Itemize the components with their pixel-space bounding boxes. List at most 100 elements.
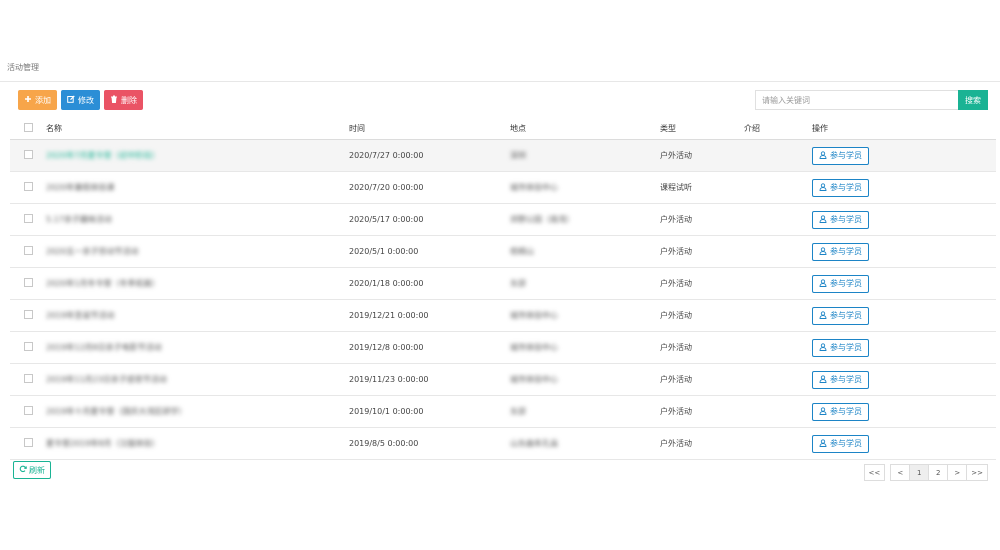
activity-type: 课程试听 [660, 171, 744, 204]
add-button-label: 添加 [35, 95, 51, 105]
activity-type: 户外活动 [660, 331, 744, 364]
user-icon [819, 214, 827, 225]
row-checkbox[interactable] [24, 406, 33, 415]
activity-name: 2019年圣诞节活动 [46, 311, 115, 320]
page-prev-button[interactable]: < [890, 464, 911, 481]
activity-location: 东部 [510, 279, 526, 288]
participants-button[interactable]: 参与学员 [812, 306, 869, 325]
edit-button[interactable]: 修改 [61, 90, 100, 110]
participants-button-label: 参与学员 [830, 375, 862, 384]
trash-icon [110, 95, 118, 105]
activity-table: 名称 时间 地点 类型 介绍 操作 2020年7月夏令营（初中阶段） 2020/7… [10, 117, 996, 460]
participants-button-label: 参与学员 [830, 183, 862, 192]
search-bar: 搜索 [755, 90, 988, 110]
participants-button-label: 参与学员 [830, 151, 862, 160]
page-first-button[interactable]: << [863, 464, 886, 481]
table-row[interactable]: 2019年圣诞节活动 2019/12/21 0:00:00 城市体验中心 户外活动 参与… [10, 299, 996, 332]
row-checkbox[interactable] [24, 150, 33, 159]
header-type[interactable]: 类型 [660, 117, 744, 140]
edit-icon [67, 95, 75, 105]
activity-location: 深圳 [510, 151, 526, 160]
header-divider [0, 81, 1000, 82]
table-row[interactable]: 2019年十月夏令营（国庆大湾区研学） 2019/10/1 0:00:00 东部 户外… [10, 395, 996, 428]
activity-time: 2019/10/1 0:00:00 [349, 395, 510, 428]
participants-button[interactable]: 参与学员 [812, 178, 869, 197]
user-icon [819, 310, 827, 321]
header-name[interactable]: 名称 [46, 117, 349, 140]
activity-name[interactable]: 2020年7月夏令营（初中阶段） [46, 151, 159, 160]
activity-intro [744, 299, 812, 332]
activity-intro [744, 427, 812, 460]
participants-button[interactable]: 参与学员 [812, 274, 869, 293]
header-action: 操作 [812, 117, 996, 140]
activity-location: 城市体验中心 [510, 183, 558, 192]
participants-button[interactable]: 参与学员 [812, 146, 869, 165]
activity-time: 2019/12/21 0:00:00 [349, 299, 510, 332]
row-checkbox[interactable] [24, 278, 33, 287]
activity-time: 2020/7/27 0:00:00 [349, 139, 510, 172]
activity-time: 2020/5/17 0:00:00 [349, 203, 510, 236]
activity-name: 2020年暑假体验课 [46, 183, 115, 192]
activity-location: 山东曲阜孔庙 [510, 439, 558, 448]
table-row[interactable]: 2019年11月23日亲子感恩节活动 2019/11/23 0:00:00 城市体验… [10, 363, 996, 396]
page-1-button[interactable]: 1 [909, 464, 930, 481]
activity-intro [744, 171, 812, 204]
participants-button[interactable]: 参与学员 [812, 242, 869, 261]
table-row[interactable]: 夏令营2019年8月（汉服体验） 2019/8/5 0:00:00 山东曲阜孔庙 户外… [10, 427, 996, 460]
activity-intro [744, 139, 812, 172]
participants-button-label: 参与学员 [830, 215, 862, 224]
user-icon [819, 342, 827, 353]
page-last-button[interactable]: >> [966, 464, 988, 481]
activity-type: 户外活动 [660, 363, 744, 396]
toolbar: 添加 修改 删除 [18, 90, 143, 110]
search-button[interactable]: 搜索 [958, 90, 988, 110]
participants-button-label: 参与学员 [830, 407, 862, 416]
participants-button-label: 参与学员 [830, 279, 862, 288]
activity-name: 5.17亲子趣味活动 [46, 215, 112, 224]
table-row[interactable]: 2020五一亲子劳动节活动 2020/5/1 0:00:00 梧桐山 户外活动 参与学员 [10, 235, 996, 268]
activity-intro [744, 235, 812, 268]
row-checkbox[interactable] [24, 342, 33, 351]
table-row[interactable]: 5.17亲子趣味活动 2020/5/17 0:00:00 郊野公园（南湾） 户外活动 参… [10, 203, 996, 236]
pagination: << < 1 2 > >> [863, 464, 988, 481]
activity-name: 夏令营2019年8月（汉服体验） [46, 439, 160, 448]
row-checkbox[interactable] [24, 182, 33, 191]
header-time[interactable]: 时间 [349, 117, 510, 140]
activity-type: 户外活动 [660, 395, 744, 428]
table-row[interactable]: 2020年1月冬令营（冬季拓展） 2020/1/18 0:00:00 东部 户外活动 参… [10, 267, 996, 300]
participants-button[interactable]: 参与学员 [812, 402, 869, 421]
refresh-button[interactable]: 刷新 [13, 461, 51, 479]
search-input[interactable] [755, 90, 958, 110]
participants-button[interactable]: 参与学员 [812, 210, 869, 229]
activity-intro [744, 363, 812, 396]
activity-type: 户外活动 [660, 235, 744, 268]
user-icon [819, 150, 827, 161]
table-row[interactable]: 2020年暑假体验课 2020/7/20 0:00:00 城市体验中心 课程试听 参与学… [10, 171, 996, 204]
header-intro[interactable]: 介绍 [744, 117, 812, 140]
participants-button[interactable]: 参与学员 [812, 338, 869, 357]
row-checkbox[interactable] [24, 438, 33, 447]
activity-name: 2019年12月8日亲子电影节活动 [46, 343, 162, 352]
user-icon [819, 278, 827, 289]
header-location[interactable]: 地点 [510, 117, 660, 140]
row-checkbox[interactable] [24, 214, 33, 223]
page-next-button[interactable]: > [947, 464, 968, 481]
row-checkbox[interactable] [24, 374, 33, 383]
page-2-button[interactable]: 2 [928, 464, 949, 481]
delete-button[interactable]: 删除 [104, 90, 143, 110]
activity-time: 2020/5/1 0:00:00 [349, 235, 510, 268]
activity-type: 户外活动 [660, 203, 744, 236]
select-all-checkbox[interactable] [24, 122, 33, 132]
activity-intro [744, 203, 812, 236]
participants-button[interactable]: 参与学员 [812, 434, 869, 453]
add-button[interactable]: 添加 [18, 90, 57, 110]
activity-intro [744, 267, 812, 300]
row-checkbox[interactable] [24, 246, 33, 255]
table-header-row: 名称 时间 地点 类型 介绍 操作 [10, 117, 996, 140]
activity-name: 2020年1月冬令营（冬季拓展） [46, 279, 160, 288]
table-row[interactable]: 2020年7月夏令营（初中阶段） 2020/7/27 0:00:00 深圳 户外活动 参… [10, 139, 996, 172]
table-row[interactable]: 2019年12月8日亲子电影节活动 2019/12/8 0:00:00 城市体验中心… [10, 331, 996, 364]
participants-button[interactable]: 参与学员 [812, 370, 869, 389]
activity-location: 东部 [510, 407, 526, 416]
row-checkbox[interactable] [24, 310, 33, 319]
